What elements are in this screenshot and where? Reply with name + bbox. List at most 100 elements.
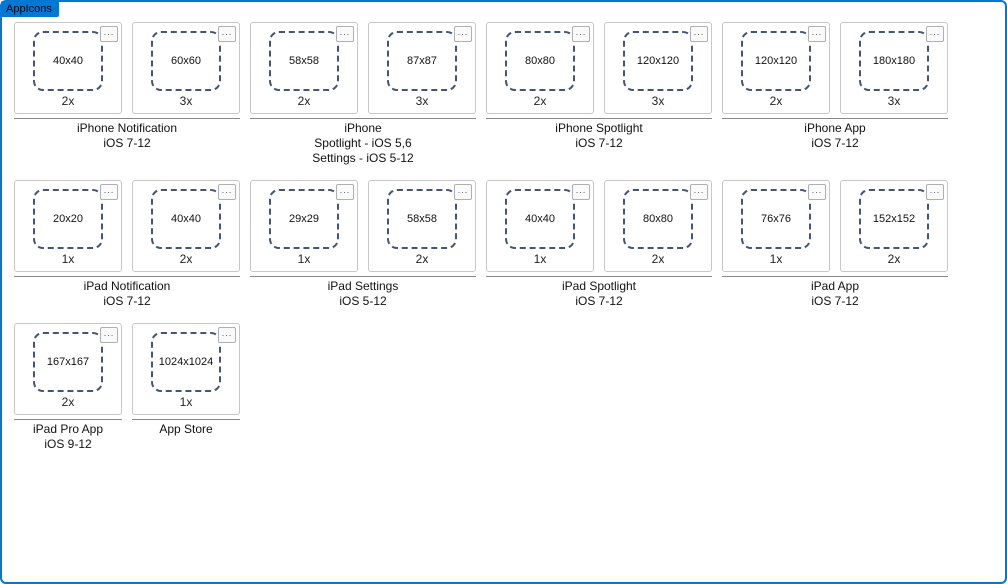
icon-slot: ...167x1672x	[14, 323, 122, 415]
slot-menu-button[interactable]: ...	[926, 184, 944, 200]
group-divider	[486, 276, 712, 277]
icon-group: ...20x201x...40x402xiPad Notification iO…	[14, 180, 240, 309]
image-well[interactable]: 40x40	[151, 189, 221, 249]
scale-label: 1x	[180, 394, 193, 410]
slot-menu-button[interactable]: ...	[926, 26, 944, 42]
icon-slot: ...80x80 2x	[604, 180, 712, 272]
image-well[interactable]: 20x20	[33, 189, 103, 249]
group-divider	[14, 276, 240, 277]
slot-menu-button[interactable]: ...	[808, 184, 826, 200]
scale-label: 2x	[888, 251, 901, 267]
icon-group-slots: ...120x1202x...180x1803x	[722, 22, 948, 114]
icon-slot: ...60x60 3x	[132, 22, 240, 114]
icon-group: ...76x761x...152x1522xiPad App iOS 7-12	[722, 180, 948, 309]
image-well[interactable]: 80x80	[623, 189, 693, 249]
group-label: iPhone Notification iOS 7-12	[14, 121, 240, 151]
icon-group: ...167x1672x iPad Pro App iOS 9-12	[14, 323, 122, 452]
image-well[interactable]: 167x167	[33, 332, 103, 392]
slot-menu-button[interactable]: ...	[690, 184, 708, 200]
group-label: iPad Spotlight iOS 7-12	[486, 279, 712, 309]
image-well[interactable]: 180x180	[859, 31, 929, 91]
scale-label: 3x	[888, 93, 901, 109]
group-label: App Store	[132, 422, 240, 437]
icon-slot: ...40x40 2x	[132, 180, 240, 272]
scale-label: 3x	[416, 93, 429, 109]
slot-menu-button[interactable]: ...	[572, 184, 590, 200]
icon-slot: ...152x152 2x	[840, 180, 948, 272]
image-well[interactable]: 60x60	[151, 31, 221, 91]
icon-slot: ...120x120 3x	[604, 22, 712, 114]
group-divider	[250, 276, 476, 277]
icon-group-slots: ...40x401x...80x802x	[486, 180, 712, 272]
slot-menu-button[interactable]: ...	[454, 184, 472, 200]
scale-label: 1x	[770, 251, 783, 267]
icon-group: ...120x1202x...180x1803xiPhone App iOS 7…	[722, 22, 948, 166]
scale-label: 1x	[534, 251, 547, 267]
icon-group: ...1024x1024 1x App Store	[132, 323, 240, 452]
image-well[interactable]: 58x58	[387, 189, 457, 249]
slot-menu-button[interactable]: ...	[100, 26, 118, 42]
icon-group-slots: ...76x761x...152x1522x	[722, 180, 948, 272]
icon-row: ...20x201x...40x402xiPad Notification iO…	[14, 180, 993, 309]
slot-menu-button[interactable]: ...	[572, 26, 590, 42]
slot-menu-button[interactable]: ...	[100, 184, 118, 200]
group-label: iPhone App iOS 7-12	[722, 121, 948, 151]
slot-menu-button[interactable]: ...	[336, 26, 354, 42]
slot-menu-button[interactable]: ...	[336, 184, 354, 200]
icon-group-slots: ...29x291x...58x582x	[250, 180, 476, 272]
image-well[interactable]: 120x120	[623, 31, 693, 91]
group-divider	[250, 118, 476, 119]
icon-group-slots: ...167x1672x	[14, 323, 122, 415]
scale-label: 2x	[298, 93, 311, 109]
icon-group-slots: ...80x802x...120x1203x	[486, 22, 712, 114]
scale-label: 2x	[180, 251, 193, 267]
scale-label: 3x	[180, 93, 193, 109]
group-label: iPad Notification iOS 7-12	[14, 279, 240, 309]
scale-label: 1x	[298, 251, 311, 267]
slot-menu-button[interactable]: ...	[218, 26, 236, 42]
icon-group-slots: ...20x201x...40x402x	[14, 180, 240, 272]
icon-slot: ...20x20 1x	[14, 180, 122, 272]
icon-slot: ...40x402x	[14, 22, 122, 114]
scale-label: 1x	[62, 251, 75, 267]
icon-group-slots: ...40x402x...60x603x	[14, 22, 240, 114]
slot-menu-button[interactable]: ...	[100, 327, 118, 343]
scale-label: 2x	[652, 251, 665, 267]
group-label: iPad App iOS 7-12	[722, 279, 948, 309]
group-label: iPad Pro App iOS 9-12	[14, 422, 122, 452]
image-well[interactable]: 40x40	[33, 31, 103, 91]
icon-slot: ...40x40 1x	[486, 180, 594, 272]
slot-menu-button[interactable]: ...	[218, 184, 236, 200]
image-well[interactable]: 152x152	[859, 189, 929, 249]
icon-group-slots: ...58x582x...87x873x	[250, 22, 476, 114]
icon-group: ...80x802x...120x1203xiPhone Spotlight i…	[486, 22, 712, 166]
icon-group: ...40x402x...60x603xiPhone Notification …	[14, 22, 240, 166]
appicons-panel: AppIcons ...40x402x...60x603xiPhone Noti…	[0, 0, 1007, 584]
icon-slot: ...120x1202x	[722, 22, 830, 114]
icon-row: ...167x1672xiPad Pro App iOS 9-12...1024…	[14, 323, 993, 452]
image-well[interactable]: 58x58	[269, 31, 339, 91]
slot-menu-button[interactable]: ...	[218, 327, 236, 343]
image-well[interactable]: 29x29	[269, 189, 339, 249]
scale-label: 3x	[652, 93, 665, 109]
image-well[interactable]: 76x76	[741, 189, 811, 249]
icon-slot: ...180x180 3x	[840, 22, 948, 114]
group-divider	[14, 118, 240, 119]
slot-menu-button[interactable]: ...	[690, 26, 708, 42]
image-well[interactable]: 80x80	[505, 31, 575, 91]
image-well[interactable]: 1024x1024	[151, 332, 221, 392]
icon-slot: ...76x76 1x	[722, 180, 830, 272]
group-divider	[722, 118, 948, 119]
group-divider	[14, 419, 122, 420]
icon-group: ...58x582x...87x873xiPhone Spotlight - i…	[250, 22, 476, 166]
image-well[interactable]: 87x87	[387, 31, 457, 91]
icon-group: ...29x291x...58x582xiPad Settings iOS 5-…	[250, 180, 476, 309]
scale-label: 2x	[534, 93, 547, 109]
slot-menu-button[interactable]: ...	[808, 26, 826, 42]
slot-menu-button[interactable]: ...	[454, 26, 472, 42]
icon-slot: ...58x58 2x	[250, 22, 358, 114]
group-label: iPad Settings iOS 5-12	[250, 279, 476, 309]
icon-slot: ...58x582x	[368, 180, 476, 272]
image-well[interactable]: 120x120	[741, 31, 811, 91]
image-well[interactable]: 40x40	[505, 189, 575, 249]
